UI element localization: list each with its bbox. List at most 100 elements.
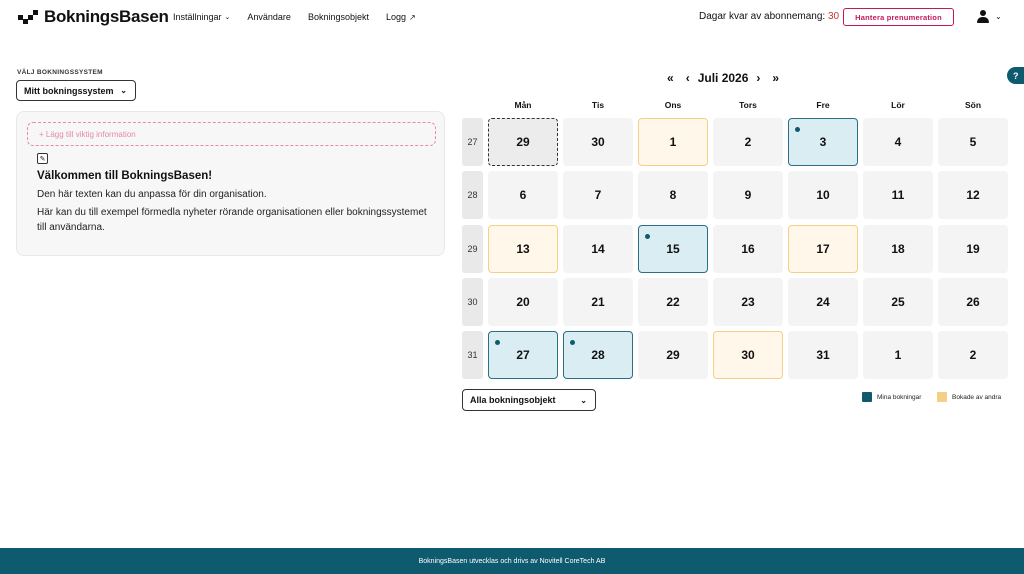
- calendar-day[interactable]: 11: [863, 171, 933, 219]
- calendar-day[interactable]: 16: [713, 225, 783, 273]
- calendar-day[interactable]: 12: [938, 171, 1008, 219]
- legend-mine: Mina bokningar: [862, 392, 921, 402]
- booking-dot-icon: [645, 234, 650, 239]
- add-info-button[interactable]: + Lägg till viktig information: [27, 122, 436, 146]
- calendar-day-number: 9: [744, 188, 752, 202]
- booking-dot-icon: [795, 127, 800, 132]
- calendar-day-number: 11: [891, 188, 905, 202]
- calendar-day[interactable]: 22: [638, 278, 708, 326]
- calendar-day-number: 19: [966, 242, 980, 256]
- calendar-day[interactable]: 5: [938, 118, 1008, 166]
- nav-objects[interactable]: Bokningsobjekt: [308, 12, 369, 22]
- user-icon: [977, 10, 989, 23]
- calendar-day[interactable]: 29: [638, 331, 708, 379]
- calendar-day-number: 23: [741, 295, 755, 309]
- legend-others: Bokade av andra: [937, 392, 1001, 402]
- legend-mine-label: Mina bokningar: [877, 393, 922, 401]
- calendar-day[interactable]: 8: [638, 171, 708, 219]
- calendar-day[interactable]: 14: [563, 225, 633, 273]
- calendar-day[interactable]: 4: [863, 118, 933, 166]
- next-month-button[interactable]: ›: [756, 71, 760, 85]
- week-number: 27: [462, 118, 483, 166]
- calendar-day[interactable]: 26: [938, 278, 1008, 326]
- calendar-day-number: 1: [669, 135, 677, 149]
- nav-users-label: Användare: [247, 12, 291, 22]
- welcome-text-2: Här kan du till exempel förmedla nyheter…: [37, 207, 427, 233]
- manage-subscription-button[interactable]: Hantera prenumeration: [843, 8, 954, 26]
- prev-year-button[interactable]: «: [667, 71, 674, 85]
- logo[interactable]: BokningsBasen: [18, 7, 169, 27]
- calendar-day[interactable]: 2: [713, 118, 783, 166]
- object-select[interactable]: Alla bokningsobjekt ⌄: [462, 389, 596, 411]
- info-card: + Lägg till viktig information ✎ Välkomm…: [16, 111, 445, 256]
- system-select[interactable]: Mitt bokningssystem ⌄: [16, 80, 136, 101]
- calendar-day[interactable]: 1: [638, 118, 708, 166]
- calendar-day[interactable]: 23: [713, 278, 783, 326]
- nav-settings-label: Inställningar: [173, 12, 222, 22]
- calendar-day-number: 27: [516, 348, 530, 362]
- week-number: 30: [462, 278, 483, 326]
- calendar-day[interactable]: 31: [788, 331, 858, 379]
- system-select-label: VÄLJ BOKNINGSSYSTEM: [17, 69, 103, 76]
- calendar-day-number: 25: [891, 295, 905, 309]
- calendar-day[interactable]: 28: [563, 331, 633, 379]
- subscription-label: Dagar kvar av abonnemang:: [699, 11, 826, 22]
- calendar-day-number: 29: [666, 348, 680, 362]
- weekday-header: Mån: [514, 100, 532, 110]
- nav-settings[interactable]: Inställningar ⌄: [173, 12, 230, 22]
- chevron-down-icon: ⌄: [120, 86, 127, 95]
- calendar-day-number: 26: [966, 295, 980, 309]
- chevron-down-icon: ⌄: [224, 14, 231, 21]
- calendar-day-number: 2: [744, 135, 752, 149]
- calendar-day[interactable]: 25: [863, 278, 933, 326]
- weekday-header: Ons: [664, 100, 682, 110]
- nav-log[interactable]: Logg ↗: [386, 12, 416, 22]
- help-button[interactable]: ?: [1007, 67, 1024, 84]
- calendar-day[interactable]: 7: [563, 171, 633, 219]
- weekday-header: Tors: [739, 100, 757, 110]
- calendar-day[interactable]: 13: [488, 225, 558, 273]
- calendar-day-number: 6: [519, 188, 527, 202]
- calendar-day[interactable]: 30: [713, 331, 783, 379]
- calendar-nav: « ‹ Juli 2026 › »: [667, 71, 779, 85]
- calendar-day[interactable]: 30: [563, 118, 633, 166]
- calendar-day[interactable]: 17: [788, 225, 858, 273]
- calendar-day[interactable]: 19: [938, 225, 1008, 273]
- main-nav: Inställningar ⌄ Användare Bokningsobjekt…: [173, 12, 416, 22]
- calendar-day-number: 17: [816, 242, 830, 256]
- calendar-day-number: 30: [591, 135, 605, 149]
- calendar-day[interactable]: 21: [563, 278, 633, 326]
- calendar-day[interactable]: 6: [488, 171, 558, 219]
- calendar-day[interactable]: 20: [488, 278, 558, 326]
- edit-icon[interactable]: ✎: [37, 153, 48, 164]
- calendar-day[interactable]: 24: [788, 278, 858, 326]
- calendar-day-number: 7: [594, 188, 602, 202]
- calendar-day-number: 30: [741, 348, 755, 362]
- calendar-day-number: 18: [891, 242, 905, 256]
- calendar-day-number: 4: [894, 135, 902, 149]
- calendar-day-number: 21: [591, 295, 605, 309]
- nav-users[interactable]: Användare: [247, 12, 291, 22]
- legend-others-swatch: [937, 392, 947, 402]
- month-title: Juli 2026: [697, 71, 749, 85]
- calendar-day[interactable]: 10: [788, 171, 858, 219]
- weekday-header: Lör: [891, 100, 905, 110]
- prev-month-button[interactable]: ‹: [686, 71, 690, 85]
- calendar-day-number: 16: [741, 242, 755, 256]
- calendar-day-number: 15: [666, 242, 680, 256]
- user-menu[interactable]: ⌄: [977, 10, 1002, 23]
- top-bar: BokningsBasen Inställningar ⌄ Användare …: [0, 0, 1024, 34]
- footer: BokningsBasen utvecklas och drivs av Nov…: [0, 548, 1024, 574]
- weekday-header: Fre: [816, 100, 830, 110]
- calendar-day[interactable]: 29: [488, 118, 558, 166]
- calendar-day[interactable]: 9: [713, 171, 783, 219]
- next-year-button[interactable]: »: [772, 71, 779, 85]
- system-select-value: Mitt bokningssystem: [24, 85, 114, 96]
- calendar-day[interactable]: 3: [788, 118, 858, 166]
- calendar-day[interactable]: 2: [938, 331, 1008, 379]
- calendar-day[interactable]: 1: [863, 331, 933, 379]
- calendar-day[interactable]: 18: [863, 225, 933, 273]
- calendar-day[interactable]: 27: [488, 331, 558, 379]
- calendar-day-number: 5: [969, 135, 977, 149]
- calendar-day[interactable]: 15: [638, 225, 708, 273]
